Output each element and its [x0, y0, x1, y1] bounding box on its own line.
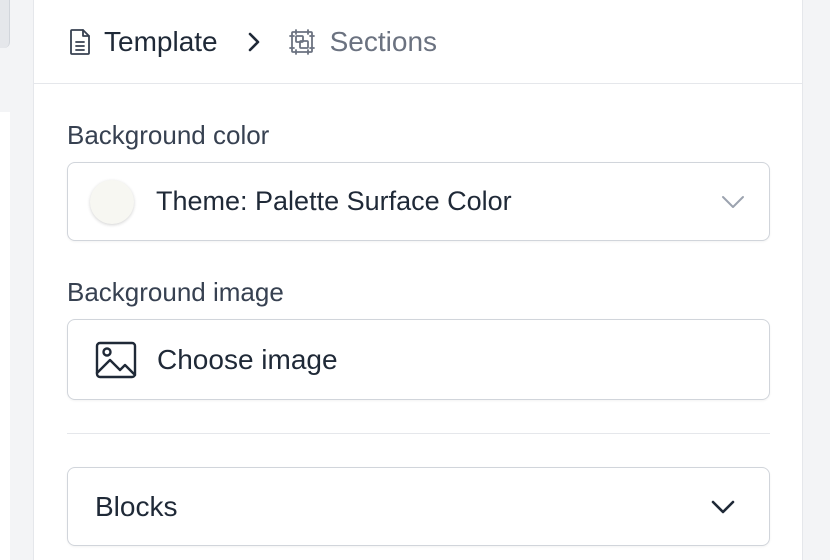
- breadcrumb-item-template[interactable]: Template: [68, 26, 218, 58]
- blocks-accordion[interactable]: Blocks: [67, 467, 770, 546]
- adjacent-pane: [0, 112, 10, 560]
- chevron-right-icon: [246, 31, 262, 53]
- breadcrumb-label-sections: Sections: [329, 25, 438, 57]
- chevron-down-icon: [721, 195, 745, 209]
- breadcrumb-label-template: Template: [104, 25, 218, 57]
- background-color-label: Background color: [67, 120, 270, 150]
- background-image-label: Background image: [67, 277, 284, 307]
- sections-icon: [288, 28, 318, 56]
- background-color-value: Theme: Palette Surface Color: [156, 186, 512, 216]
- background-color-select[interactable]: Theme: Palette Surface Color: [67, 162, 770, 241]
- choose-image-button[interactable]: Choose image: [67, 319, 770, 400]
- document-icon: [68, 28, 92, 56]
- image-icon: [95, 341, 137, 379]
- adjacent-panel-edge: [0, 0, 10, 48]
- breadcrumb-item-sections[interactable]: Sections: [288, 26, 437, 58]
- breadcrumb: Template Sections: [34, 0, 802, 84]
- choose-image-label: Choose image: [157, 343, 338, 375]
- section-divider: [67, 433, 770, 434]
- chevron-down-icon: [711, 500, 735, 514]
- settings-content: Background color Theme: Palette Surface …: [34, 120, 802, 546]
- section-settings-panel: Template Sections Background color Theme…: [33, 0, 803, 560]
- color-swatch: [90, 179, 134, 224]
- blocks-label: Blocks: [95, 490, 178, 522]
